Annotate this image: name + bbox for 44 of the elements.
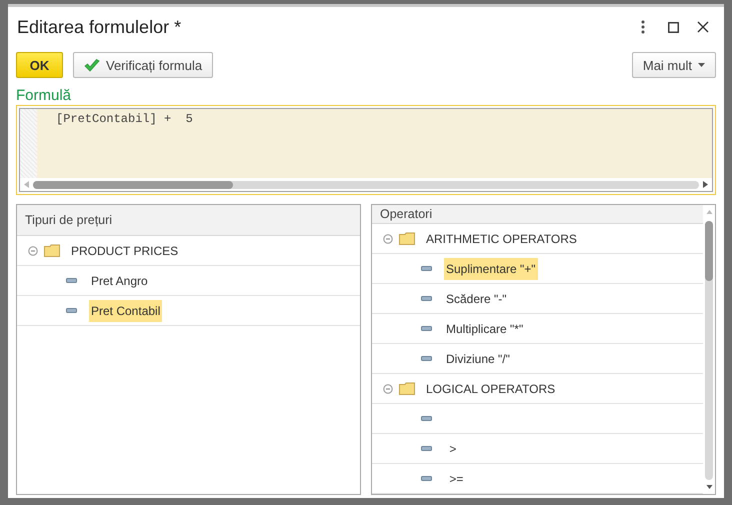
tree-item[interactable]: Scădere "-" <box>444 288 509 310</box>
collapse-icon[interactable] <box>28 246 38 256</box>
formula-editor[interactable]: [PretContabil] + 5 <box>16 105 716 195</box>
tree-item[interactable]: > <box>444 438 458 460</box>
collapse-icon[interactable] <box>383 234 393 244</box>
item-icon <box>66 278 77 283</box>
tree-item[interactable]: Pret Angro <box>89 270 150 292</box>
tree-node[interactable]: PRODUCT PRICES <box>69 240 180 262</box>
tree-node[interactable]: LOGICAL OPERATORS <box>424 378 558 400</box>
more-button[interactable]: Mai mult <box>632 52 716 78</box>
item-icon <box>421 326 432 331</box>
folder-icon <box>399 232 415 245</box>
formula-text: [PretContabil] + 5 <box>55 111 193 128</box>
scroll-track[interactable] <box>33 180 699 188</box>
item-icon <box>421 476 432 481</box>
item-icon <box>421 356 432 361</box>
caret-icon <box>698 63 705 67</box>
column-header: Operatori <box>372 205 703 224</box>
tree-node[interactable]: ARITHMETIC OPERATORS <box>424 228 579 250</box>
item-icon <box>421 296 432 301</box>
folder-icon <box>44 244 60 257</box>
tree-item[interactable]: Pret Contabil <box>89 300 162 322</box>
tree-item[interactable]: Diviziune "/" <box>444 348 512 370</box>
column-header: Tipuri de prețuri <box>17 205 360 236</box>
checkmark-icon <box>84 58 100 72</box>
editor-gutter <box>20 109 37 178</box>
tree-item[interactable]: >= <box>444 468 466 490</box>
item-icon <box>421 266 432 271</box>
collapse-icon[interactable] <box>383 384 393 394</box>
window-title: Editarea formulelor * <box>16 16 182 38</box>
scroll-thumb[interactable] <box>705 221 713 281</box>
ok-button[interactable]: OK <box>16 52 63 78</box>
scroll-right-icon[interactable] <box>703 181 708 188</box>
scroll-track[interactable] <box>705 221 713 480</box>
tree-item[interactable]: Multiplicare "*" <box>444 318 526 340</box>
tree-item[interactable]: Suplimentare "+" <box>444 258 538 280</box>
item-icon <box>66 308 77 313</box>
formula-label: Formulă <box>16 87 72 105</box>
item-icon <box>421 416 432 421</box>
scroll-thumb[interactable] <box>33 180 233 188</box>
folder-icon <box>399 382 415 395</box>
scroll-left-icon[interactable] <box>24 181 29 188</box>
check-formula-button[interactable]: Verificați formula <box>73 52 214 78</box>
item-icon <box>421 446 432 451</box>
